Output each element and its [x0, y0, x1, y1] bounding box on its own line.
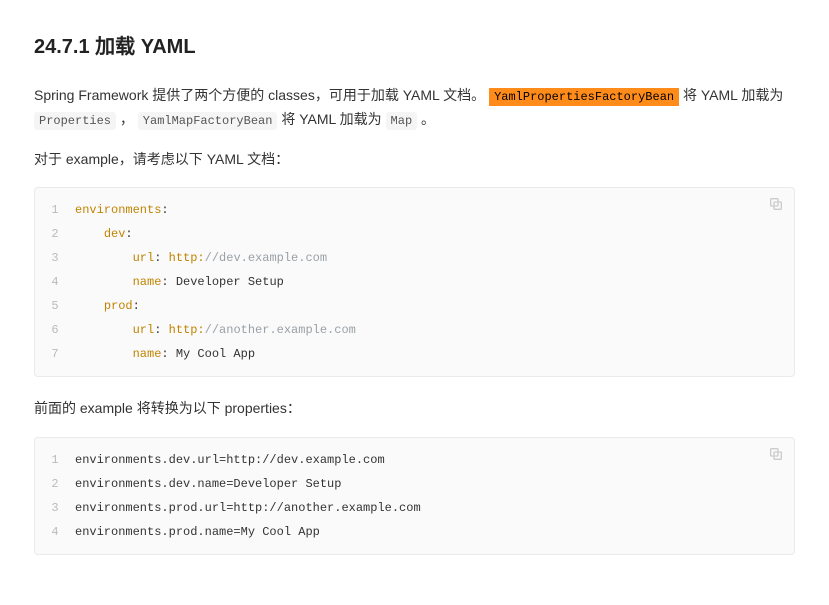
intro-paragraph: Spring Framework 提供了两个方便的 classes，可用于加载 … — [34, 84, 795, 132]
line-content: environments.prod.name=My Cool App — [75, 520, 794, 544]
line-number: 2 — [35, 222, 75, 246]
line-content: environments: — [75, 198, 794, 222]
code-line: 2environments.dev.name=Developer Setup — [35, 472, 794, 496]
code-lines: 1environments.dev.url=http://dev.example… — [35, 448, 794, 544]
line-number: 1 — [35, 448, 75, 472]
line-content: url: http://dev.example.com — [75, 246, 794, 270]
section-heading: 24.7.1 加载 YAML — [34, 30, 795, 64]
line-number: 5 — [35, 294, 75, 318]
code-line: 6 url: http://another.example.com — [35, 318, 794, 342]
line-number: 7 — [35, 342, 75, 366]
copy-icon[interactable] — [768, 196, 784, 212]
inline-code: Properties — [34, 112, 116, 130]
line-content: dev: — [75, 222, 794, 246]
line-content: environments.prod.url=http://another.exa… — [75, 496, 794, 520]
text: ， — [120, 111, 138, 127]
inline-code: YamlMapFactoryBean — [138, 112, 278, 130]
code-line: 3 url: http://dev.example.com — [35, 246, 794, 270]
line-content: environments.dev.name=Developer Setup — [75, 472, 794, 496]
line-number: 3 — [35, 246, 75, 270]
line-content: name: My Cool App — [75, 342, 794, 366]
code-line: 1environments: — [35, 198, 794, 222]
line-number: 1 — [35, 198, 75, 222]
highlighted-code: YamlPropertiesFactoryBean — [489, 88, 679, 106]
line-content: environments.dev.url=http://dev.example.… — [75, 448, 794, 472]
copy-icon[interactable] — [768, 446, 784, 462]
code-line: 7 name: My Cool App — [35, 342, 794, 366]
code-line: 1environments.dev.url=http://dev.example… — [35, 448, 794, 472]
text: 。 — [421, 111, 435, 127]
line-content: name: Developer Setup — [75, 270, 794, 294]
text: 将 YAML 加载为 — [683, 87, 783, 103]
line-number: 4 — [35, 270, 75, 294]
properties-code-block: 1environments.dev.url=http://dev.example… — [34, 437, 795, 555]
line-number: 6 — [35, 318, 75, 342]
line-content: prod: — [75, 294, 794, 318]
example-intro: 对于 example，请考虑以下 YAML 文档： — [34, 148, 795, 172]
code-line: 3environments.prod.url=http://another.ex… — [35, 496, 794, 520]
line-number: 3 — [35, 496, 75, 520]
code-line: 5 prod: — [35, 294, 794, 318]
line-content: url: http://another.example.com — [75, 318, 794, 342]
inline-code: Map — [386, 112, 418, 130]
properties-intro: 前面的 example 将转换为以下 properties： — [34, 397, 795, 421]
code-lines: 1environments:2 dev:3 url: http://dev.ex… — [35, 198, 794, 366]
code-line: 4 name: Developer Setup — [35, 270, 794, 294]
text: Spring Framework 提供了两个方便的 classes，可用于加载 … — [34, 87, 489, 103]
yaml-code-block: 1environments:2 dev:3 url: http://dev.ex… — [34, 187, 795, 377]
line-number: 4 — [35, 520, 75, 544]
line-number: 2 — [35, 472, 75, 496]
code-line: 2 dev: — [35, 222, 794, 246]
code-line: 4environments.prod.name=My Cool App — [35, 520, 794, 544]
text: 将 YAML 加载为 — [281, 111, 385, 127]
